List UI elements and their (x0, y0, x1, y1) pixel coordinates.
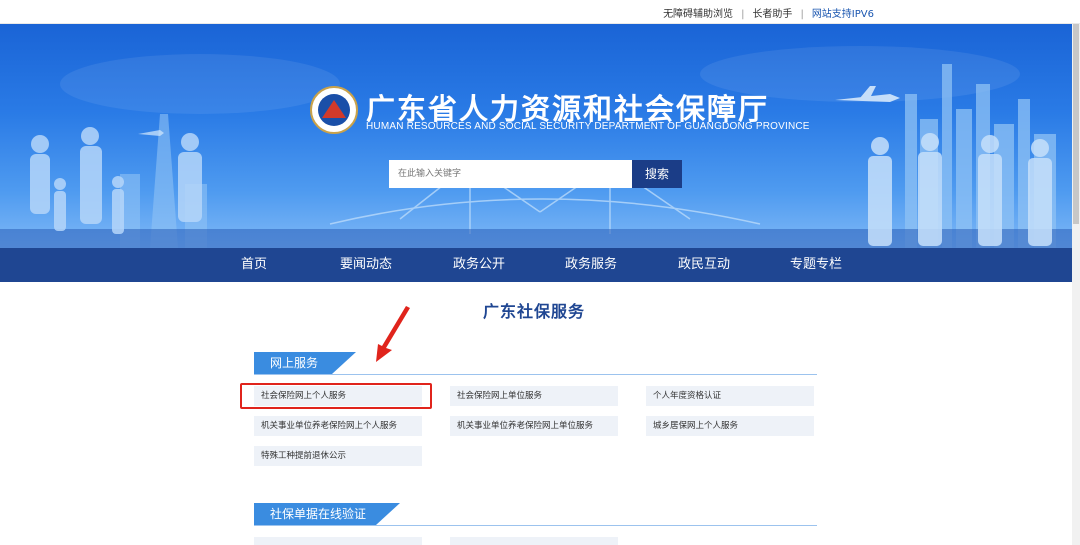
section-title: 网上服务 (254, 352, 332, 374)
service-link-employer-social-insurance[interactable]: 社会保险网上单位服务 (450, 386, 618, 406)
service-link-early-retirement-notice[interactable]: 特殊工种提前退休公示 (254, 446, 422, 466)
nav-item-news[interactable]: 要闻动态 (321, 248, 411, 282)
page-title: 广东社保服务 (482, 302, 585, 321)
section-divider (254, 525, 817, 526)
header-banner: 广东省人力资源和社会保障厅 HUMAN RESOURCES AND SOCIAL… (0, 24, 1080, 248)
search-button[interactable]: 搜索 (632, 160, 682, 188)
service-link-institution-pension-employer[interactable]: 机关事业单位养老保险网上单位服务 (450, 416, 618, 436)
page-scrollbar[interactable] (1072, 24, 1080, 545)
annotation-arrow-icon (376, 306, 410, 362)
search-input[interactable] (389, 160, 633, 188)
section-divider (254, 374, 817, 375)
search-bar: 搜索 (389, 160, 682, 188)
accessibility-link[interactable]: 无障碍辅助浏览 (663, 9, 733, 20)
service-link-partial[interactable] (254, 537, 422, 545)
nav-item-home[interactable]: 首页 (209, 248, 299, 282)
section-tab-document-verification: 社保单据在线验证 (254, 503, 400, 525)
site-logo[interactable]: 广东省人力资源和社会保障厅 HUMAN RESOURCES AND SOCIAL… (310, 86, 809, 158)
ipv6-support-link[interactable]: 网站支持IPV6 (812, 9, 874, 20)
nav-item-interaction[interactable]: 政民互动 (659, 248, 749, 282)
service-link-partial[interactable] (450, 537, 618, 545)
section-tab-online-services: 网上服务 (254, 352, 356, 374)
highlight-box (240, 383, 432, 409)
nav-item-special-topics[interactable]: 专题专栏 (771, 248, 861, 282)
nav-item-government-services[interactable]: 政务服务 (546, 248, 636, 282)
nav-item-government-info[interactable]: 政务公开 (434, 248, 524, 282)
service-link-annual-qualification[interactable]: 个人年度资格认证 (646, 386, 814, 406)
department-emblem-icon (310, 86, 358, 134)
scrollbar-thumb[interactable] (1073, 24, 1079, 224)
elderly-assistant-link[interactable]: 长者助手 (752, 9, 792, 20)
main-nav: 首页 要闻动态 政务公开 政务服务 政民互动 专题专栏 (0, 248, 1080, 282)
utility-links: 无障碍辅助浏览 | 长者助手 | 网站支持IPV6 (663, 9, 874, 20)
section-title: 社保单据在线验证 (254, 503, 376, 525)
site-subtitle: HUMAN RESOURCES AND SOCIAL SECURITY DEPA… (366, 121, 810, 132)
service-link-institution-pension-personal[interactable]: 机关事业单位养老保险网上个人服务 (254, 416, 422, 436)
service-link-urban-rural-pension[interactable]: 城乡居保网上个人服务 (646, 416, 814, 436)
top-utility-bar: 无障碍辅助浏览 | 长者助手 | 网站支持IPV6 (0, 0, 1080, 24)
